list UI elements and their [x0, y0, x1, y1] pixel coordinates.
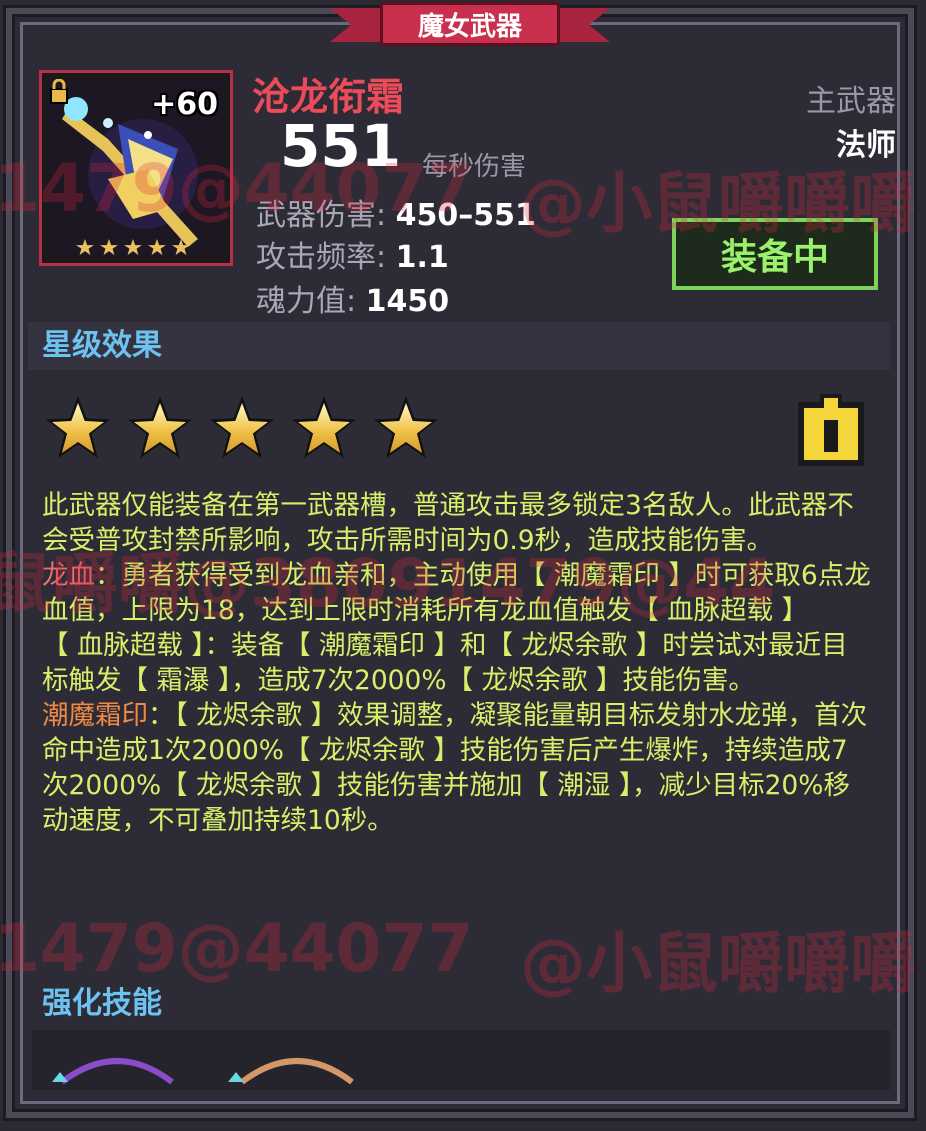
stat-label: 魂力值:: [256, 284, 366, 319]
mini-star-icon: [100, 239, 118, 255]
desc-paragraph: 龙血：勇者获得受到龙血亲和，主动使用【 潮魔霜印 】时可获取6点龙血值，上限为1…: [42, 558, 872, 628]
star-effect-description: 此武器仅能装备在第一武器槽，普通攻击最多锁定3名敌人。此武器不会受普攻封禁所影响…: [42, 488, 872, 838]
weapon-icon-frame[interactable]: +60: [39, 70, 233, 266]
stat-value: 1.1: [395, 240, 449, 275]
mini-star-icon: [124, 239, 142, 255]
star-icon: [374, 396, 438, 458]
panel-title: 魔女武器: [380, 2, 560, 46]
info-icon[interactable]: [794, 390, 868, 470]
equipped-button[interactable]: 装备中: [672, 218, 878, 290]
dps-value: 551: [280, 112, 402, 180]
desc-paragraph: 此武器仅能装备在第一武器槽，普通攻击最多锁定3名敌人。此武器不会受普攻封禁所影响…: [42, 490, 854, 556]
star-rating: [46, 396, 438, 458]
stat-attack-rate: 攻击频率: 1.1: [256, 232, 449, 276]
skill-slot-icons: [52, 1058, 354, 1085]
dps-label: 每秒伤害: [422, 152, 527, 182]
stat-weapon-damage: 武器伤害: 450–551: [256, 190, 536, 234]
desc-text: ：【 龙烬余歌 】效果调整，凝聚能量朝目标发射水龙弹，首次命中造成1次2000%…: [42, 700, 868, 836]
desc-paragraph: 潮魔霜印：【 龙烬余歌 】效果调整，凝聚能量朝目标发射水龙弹，首次命中造成1次2…: [42, 698, 872, 838]
desc-text: ：勇者获得受到龙血亲和，主动使用【 潮魔霜印 】时可获取6点龙血值，上限为18，…: [42, 560, 871, 626]
stat-soul-power: 魂力值: 1450: [256, 276, 449, 320]
stat-label: 武器伤害:: [256, 198, 396, 233]
mini-star-icon: [148, 239, 166, 255]
weapon-slot: 主武器: [806, 84, 896, 119]
lock-icon: [50, 79, 68, 104]
section-enhance-skills: 强化技能: [28, 980, 890, 1028]
keyword-dragon-blood: 龙血: [42, 560, 95, 591]
keyword-tide-frost-seal: 潮魔霜印: [42, 700, 148, 731]
section-star-effects: 星级效果: [28, 322, 890, 370]
mini-star-icon: [76, 239, 94, 255]
stat-label: 攻击频率:: [256, 240, 396, 275]
star-icon: [210, 396, 274, 458]
stat-value: 1450: [365, 284, 450, 319]
star-icon: [46, 396, 110, 458]
desc-paragraph: 【 血脉超载 】：装备【 潮魔霜印 】和【 龙烬余歌 】时尝试对最近目标触发【 …: [42, 630, 848, 696]
title-ribbon: 魔女武器: [330, 0, 610, 52]
enhance-skill-list[interactable]: [32, 1030, 890, 1090]
star-icon: [292, 396, 356, 458]
star-icon: [128, 396, 192, 458]
weapon-class: 法师: [836, 128, 896, 163]
mini-star-row: [76, 239, 190, 255]
mini-star-icon: [172, 239, 190, 255]
stat-value: 450–551: [395, 198, 536, 233]
level-badge: +60: [151, 87, 218, 122]
